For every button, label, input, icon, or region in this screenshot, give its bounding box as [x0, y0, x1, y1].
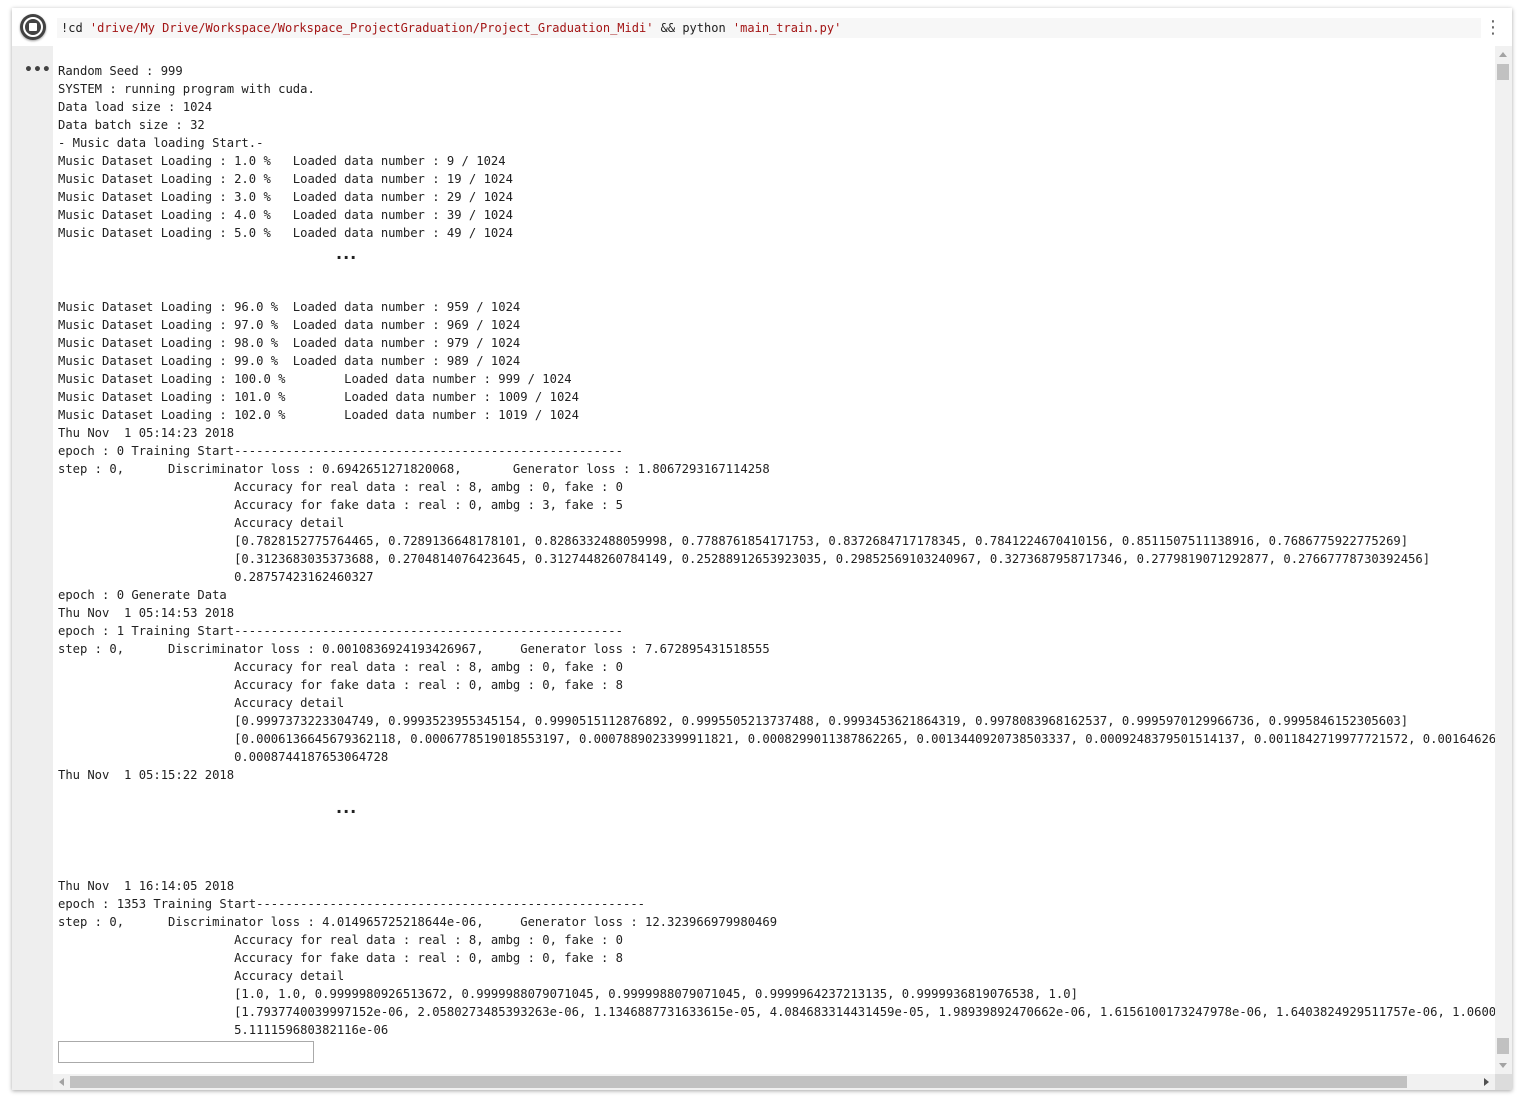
stdin-input[interactable] — [58, 1041, 314, 1063]
scroll-right-icon[interactable] — [1484, 1078, 1489, 1086]
cell-header: !cd 'drive/My Drive/Workspace/Workspace_… — [12, 8, 1512, 46]
output-line: Music Dataset Loading : 1.0 % Loaded dat… — [58, 154, 506, 168]
scroll-up-icon[interactable] — [1499, 52, 1507, 57]
output-line: - Music data loading Start.- — [58, 136, 264, 150]
output-actions-icon[interactable]: ••• — [24, 62, 51, 78]
code-editor[interactable]: !cd 'drive/My Drive/Workspace/Workspace_… — [57, 18, 1481, 38]
output-line: epoch : 0 Generate Data — [58, 588, 227, 602]
scroll-left-icon[interactable] — [59, 1078, 64, 1086]
output-line: Music Dataset Loading : 97.0 % Loaded da… — [58, 318, 521, 332]
output-line: step : 0, Discriminator loss : 0.0010836… — [58, 642, 770, 656]
output-line: epoch : 1 Training Start----------------… — [58, 624, 623, 638]
output-line: Thu Nov 1 05:14:53 2018 — [58, 606, 235, 620]
output-line: step : 0, Discriminator loss : 0.6942651… — [58, 462, 770, 476]
output-line: epoch : 1353 Training Start-------------… — [58, 897, 645, 911]
output-line: Music Dataset Loading : 2.0 % Loaded dat… — [58, 172, 513, 186]
output-line: 0.28757423162460327 — [58, 570, 374, 584]
vertical-scrollbar[interactable] — [1495, 46, 1512, 1074]
output-line: Music Dataset Loading : 100.0 % Loaded d… — [58, 372, 572, 386]
output-line: 0.0008744187653064728 — [58, 750, 389, 764]
scroll-thumb[interactable] — [1497, 64, 1509, 80]
output-line: Random Seed : 999 — [58, 64, 183, 78]
output-line: Accuracy detail — [58, 969, 345, 983]
output-line: Music Dataset Loading : 98.0 % Loaded da… — [58, 336, 521, 350]
output-line: Music Dataset Loading : 5.0 % Loaded dat… — [58, 226, 513, 240]
output-line: [0.0006136645679362118, 0.00067785190185… — [58, 732, 1495, 746]
output-line: Thu Nov 1 16:14:05 2018 — [58, 879, 235, 893]
scroll-thumb[interactable] — [70, 1076, 1407, 1088]
output-ellipsis: ... — [336, 798, 358, 817]
output-line: SYSTEM : running program with cuda. — [58, 82, 315, 96]
output-line: Accuracy for fake data : real : 0, ambg … — [58, 498, 623, 512]
output-gutter: ••• — [12, 46, 53, 1090]
output-line: Data batch size : 32 — [58, 118, 205, 132]
more-options-icon[interactable]: ⋮ — [1484, 18, 1502, 38]
output-line: Music Dataset Loading : 99.0 % Loaded da… — [58, 354, 521, 368]
output-line: Accuracy detail — [58, 516, 345, 530]
output-line: Music Dataset Loading : 96.0 % Loaded da… — [58, 300, 521, 314]
output-line: [1.7937740039997152e-06, 2.0580273485393… — [58, 1005, 1495, 1019]
output-line: Thu Nov 1 05:14:23 2018 — [58, 426, 235, 440]
scroll-thumb[interactable] — [1497, 1038, 1509, 1054]
output-line: [0.7828152775764465, 0.7289136648178101,… — [58, 534, 1409, 548]
scroll-down-icon[interactable] — [1499, 1063, 1507, 1068]
output-line: [0.3123683035373688, 0.2704814076423645,… — [58, 552, 1431, 566]
notebook-cell: !cd 'drive/My Drive/Workspace/Workspace_… — [12, 8, 1512, 1090]
output-line: Accuracy for real data : real : 8, ambg … — [58, 933, 623, 947]
scrollbar-corner — [1495, 1074, 1512, 1090]
output-area: Random Seed : 999 SYSTEM : running progra… — [53, 46, 1495, 1074]
output-line: Music Dataset Loading : 3.0 % Loaded dat… — [58, 190, 513, 204]
output-line: Data load size : 1024 — [58, 100, 213, 114]
horizontal-scrollbar[interactable] — [53, 1074, 1495, 1090]
output-line: Accuracy for real data : real : 8, ambg … — [58, 480, 623, 494]
output-line: Accuracy for real data : real : 8, ambg … — [58, 660, 623, 674]
output-line: [0.9997373223304749, 0.9993523955345154,… — [58, 714, 1409, 728]
output-line: epoch : 0 Training Start----------------… — [58, 444, 623, 458]
output-line: Thu Nov 1 05:15:22 2018 — [58, 768, 235, 782]
stop-execution-button[interactable] — [20, 14, 46, 40]
code-path-string: 'drive/My Drive/Workspace/Workspace_Proj… — [89, 21, 654, 35]
code-command: !cd — [61, 21, 90, 35]
output-line: Accuracy for fake data : real : 0, ambg … — [58, 951, 623, 965]
output-line: 5.111159680382116e-06 — [58, 1023, 389, 1037]
output-line: Music Dataset Loading : 4.0 % Loaded dat… — [58, 208, 513, 222]
output-line: Accuracy for fake data : real : 0, ambg … — [58, 678, 623, 692]
stop-icon — [29, 23, 37, 31]
output-ellipsis: ... — [336, 244, 358, 263]
output-line: step : 0, Discriminator loss : 4.0149657… — [58, 915, 778, 929]
code-script-string: 'main_train.py' — [732, 21, 842, 35]
output-line: Accuracy detail — [58, 696, 345, 710]
code-operator: && python — [653, 21, 733, 35]
output-line: Music Dataset Loading : 101.0 % Loaded d… — [58, 390, 579, 404]
output-line: [1.0, 1.0, 0.9999980926513672, 0.9999988… — [58, 987, 1078, 1001]
output-line: Music Dataset Loading : 102.0 % Loaded d… — [58, 408, 579, 422]
